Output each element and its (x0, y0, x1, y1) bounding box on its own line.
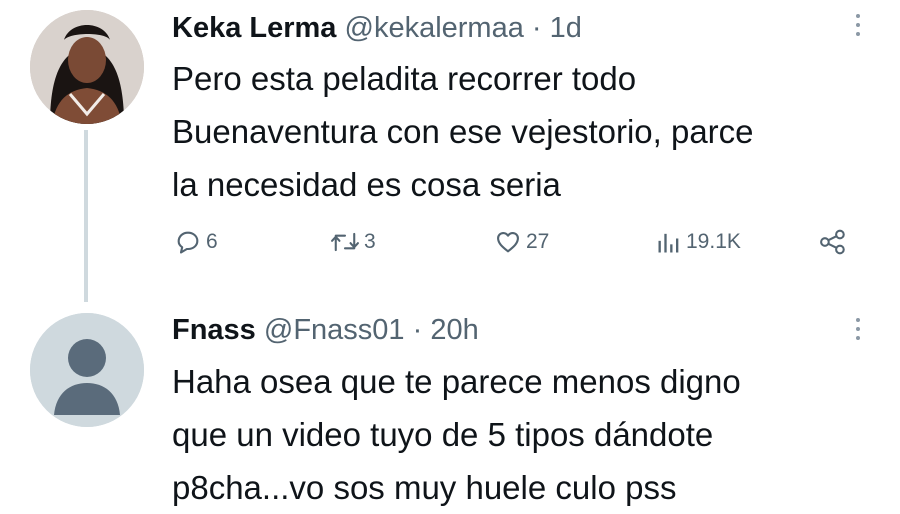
timestamp[interactable]: 1d (550, 12, 582, 44)
heart-icon (497, 231, 519, 253)
reply-icon (177, 231, 199, 254)
like-count: 27 (526, 230, 550, 253)
retweet-count: 3 (364, 230, 376, 253)
tweet-text-line: p8cha...vo sos muy huele culo pss (172, 469, 677, 506)
tweet-text: Pero esta peladita recorrer todo Buenave… (172, 52, 872, 211)
retweet-icon (331, 232, 359, 252)
author-name[interactable]: Keka Lerma (172, 12, 336, 44)
more-icon[interactable] (856, 318, 862, 345)
tweet-text-line: que un video tuyo de 5 tipos dándote (172, 416, 714, 453)
like-button[interactable]: 27 (494, 222, 549, 262)
default-avatar-icon (30, 313, 144, 427)
retweet-button[interactable]: 3 (330, 222, 376, 262)
thread-line (84, 130, 88, 302)
tweet-fnass[interactable]: Fnass @Fnass01 · 20h Haha osea que te pa… (0, 300, 900, 511)
tweet-text-line: Pero esta peladita recorrer todo (172, 60, 637, 97)
author-handle[interactable]: @Fnass01 (264, 314, 405, 346)
tweet-text-line: Buenaventura con ese vejestorio, parce (172, 113, 754, 150)
tweet-actions: 6 3 27 19.1K (172, 222, 862, 262)
tweet-header: Keka Lerma @kekalermaa · 1d (172, 8, 582, 48)
more-icon[interactable] (856, 14, 862, 41)
avatar[interactable] (30, 313, 144, 427)
avatar[interactable] (30, 10, 144, 124)
author-handle[interactable]: @kekalermaa (345, 12, 524, 44)
separator-dot: · (531, 12, 542, 44)
tweet-keka-lerma[interactable]: Keka Lerma @kekalermaa · 1d Pero esta pe… (0, 0, 900, 302)
timestamp[interactable]: 20h (430, 314, 478, 346)
tweet-text: Haha osea que te parece menos digno que … (172, 355, 872, 514)
views-icon (658, 233, 679, 253)
reply-button[interactable]: 6 (174, 222, 218, 262)
separator-dot: · (412, 314, 423, 346)
tweet-text-line: Haha osea que te parece menos digno (172, 363, 741, 400)
avatar-photo (30, 10, 144, 124)
views-count: 19.1K (686, 230, 741, 253)
tweet-header: Fnass @Fnass01 · 20h (172, 310, 479, 350)
author-name[interactable]: Fnass (172, 314, 256, 346)
reply-count: 6 (206, 230, 218, 253)
views-button[interactable]: 19.1K (656, 222, 741, 262)
share-icon (820, 229, 845, 255)
share-button[interactable] (818, 222, 848, 262)
tweet-text-line: la necesidad es cosa seria (172, 166, 561, 203)
